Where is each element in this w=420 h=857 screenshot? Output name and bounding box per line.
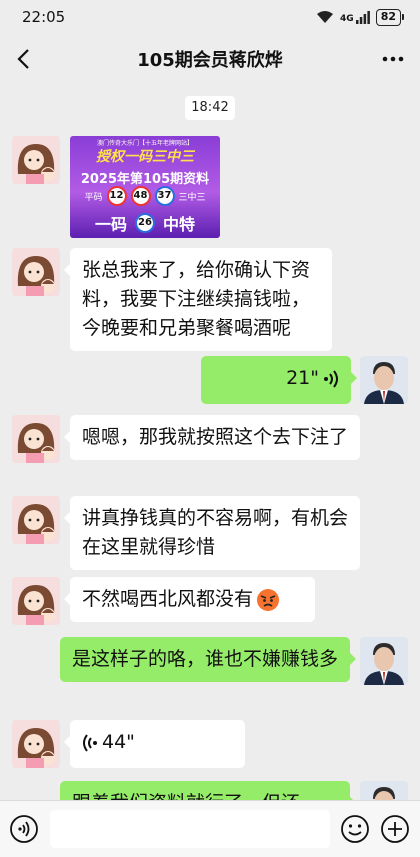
message-bubble[interactable]: 跟着我们资料就行了，但还	[60, 781, 356, 800]
status-time: 22:05	[22, 8, 66, 26]
cartoon-girl-avatar-icon	[12, 496, 60, 544]
chat-area[interactable]: 18:42 澳门传奇大乐门【十五年老牌网站】 授权一码三中三 2025年第105…	[0, 84, 420, 800]
battery-icon: 82	[375, 8, 404, 26]
battery-level: 82	[375, 8, 401, 26]
promo-bottom-right: 中特	[163, 215, 196, 234]
cartoon-girl-avatar-icon	[12, 577, 60, 625]
lottery-ball: 26	[135, 213, 155, 233]
message-text: 讲真挣钱真的不容易啊，有机会在这里就得珍惜	[82, 507, 349, 558]
contact-avatar[interactable]	[12, 720, 60, 768]
status-icons: 4G 82	[316, 8, 404, 26]
contact-avatar[interactable]	[12, 496, 60, 544]
cartoon-girl-avatar-icon	[12, 136, 60, 184]
contact-avatar[interactable]	[12, 577, 60, 625]
contact-avatar[interactable]	[12, 248, 60, 296]
cartoon-girl-avatar-icon	[12, 248, 60, 296]
promo-bottom-row: 一码 26 中特	[70, 211, 220, 235]
lottery-ball: 12	[106, 186, 127, 206]
message-text: 跟着我们资料就行了，但还	[72, 792, 300, 800]
message-timestamp: 18:42	[185, 96, 235, 120]
emoji-button[interactable]	[340, 814, 370, 844]
man-portrait-avatar-icon	[360, 781, 408, 800]
voice-duration: 44"	[102, 731, 135, 753]
cellular-signal-icon: 4G	[340, 10, 370, 24]
message-text: 不然喝西北风都没有	[82, 588, 254, 610]
voice-wave-icon	[83, 733, 97, 752]
more-actions-button[interactable]	[380, 814, 410, 844]
my-avatar[interactable]	[360, 356, 408, 404]
message-text: 是这样子的咯，谁也不嫌赚钱多	[72, 648, 339, 670]
contact-avatar[interactable]	[12, 415, 60, 463]
promo-period: 2025年第105期资料	[80, 172, 210, 187]
smiley-icon	[341, 815, 369, 843]
promo-balls: 平码 12 48 37 三中三	[70, 186, 220, 206]
lottery-ball: 48	[130, 186, 151, 206]
man-portrait-avatar-icon	[360, 356, 408, 404]
chat-header: 105期会员蒋欣烨	[0, 34, 420, 84]
message-bubble[interactable]: 张总我来了，给你确认下资料，我要下注继续搞钱啦，今晚要和兄弟聚餐喝酒呢	[64, 248, 332, 351]
promo-tag-right: 三中三	[178, 192, 206, 203]
message-input[interactable]	[50, 810, 330, 848]
message-bubble[interactable]: 嗯嗯，那我就按照这个去下注了	[64, 415, 360, 460]
status-bar: 22:05 4G 82	[0, 0, 420, 34]
message-text: 张总我来了，给你确认下资料，我要下注继续搞钱啦，今晚要和兄弟聚餐喝酒呢	[82, 259, 311, 339]
message-text: 嗯嗯，那我就按照这个去下注了	[82, 426, 349, 448]
more-dots-icon	[382, 56, 404, 62]
chat-title: 105期会员蒋欣烨	[137, 50, 283, 71]
voice-input-button[interactable]	[9, 814, 39, 844]
voice-message-bubble[interactable]: 21"	[201, 356, 357, 404]
message-bubble[interactable]: 是这样子的咯，谁也不嫌赚钱多	[60, 637, 356, 682]
voice-duration: 21"	[286, 367, 319, 389]
lottery-ball: 37	[154, 186, 175, 206]
message-bubble[interactable]: 讲真挣钱真的不容易啊，有机会在这里就得珍惜	[64, 496, 360, 570]
network-type-label: 4G	[340, 13, 354, 24]
message-bubble[interactable]: 不然喝西北风都没有	[64, 577, 315, 622]
cartoon-girl-avatar-icon	[12, 415, 60, 463]
promo-tag-left: 平码	[84, 192, 103, 203]
angry-face-emoji-icon	[257, 588, 280, 611]
voice-mode-icon	[10, 815, 38, 843]
voice-wave-icon	[324, 369, 338, 388]
promo-image-message[interactable]: 澳门传奇大乐门【十五年老牌网站】 授权一码三中三 2025年第105期资料 平码…	[70, 136, 220, 238]
voice-message-bubble[interactable]: 44"	[64, 720, 245, 768]
back-button[interactable]	[12, 46, 38, 72]
my-avatar[interactable]	[360, 781, 408, 800]
more-options-button[interactable]	[380, 46, 406, 72]
cartoon-girl-avatar-icon	[12, 720, 60, 768]
promo-bottom-left: 一码	[94, 215, 127, 234]
battery-tip	[402, 14, 404, 20]
my-avatar[interactable]	[360, 637, 408, 685]
promo-headline: 授权一码三中三	[96, 149, 194, 165]
chevron-left-icon	[17, 49, 29, 69]
plus-circle-icon	[381, 815, 409, 843]
wifi-icon	[316, 10, 334, 24]
man-portrait-avatar-icon	[360, 637, 408, 685]
contact-avatar[interactable]	[12, 136, 60, 184]
input-bar	[0, 800, 420, 857]
